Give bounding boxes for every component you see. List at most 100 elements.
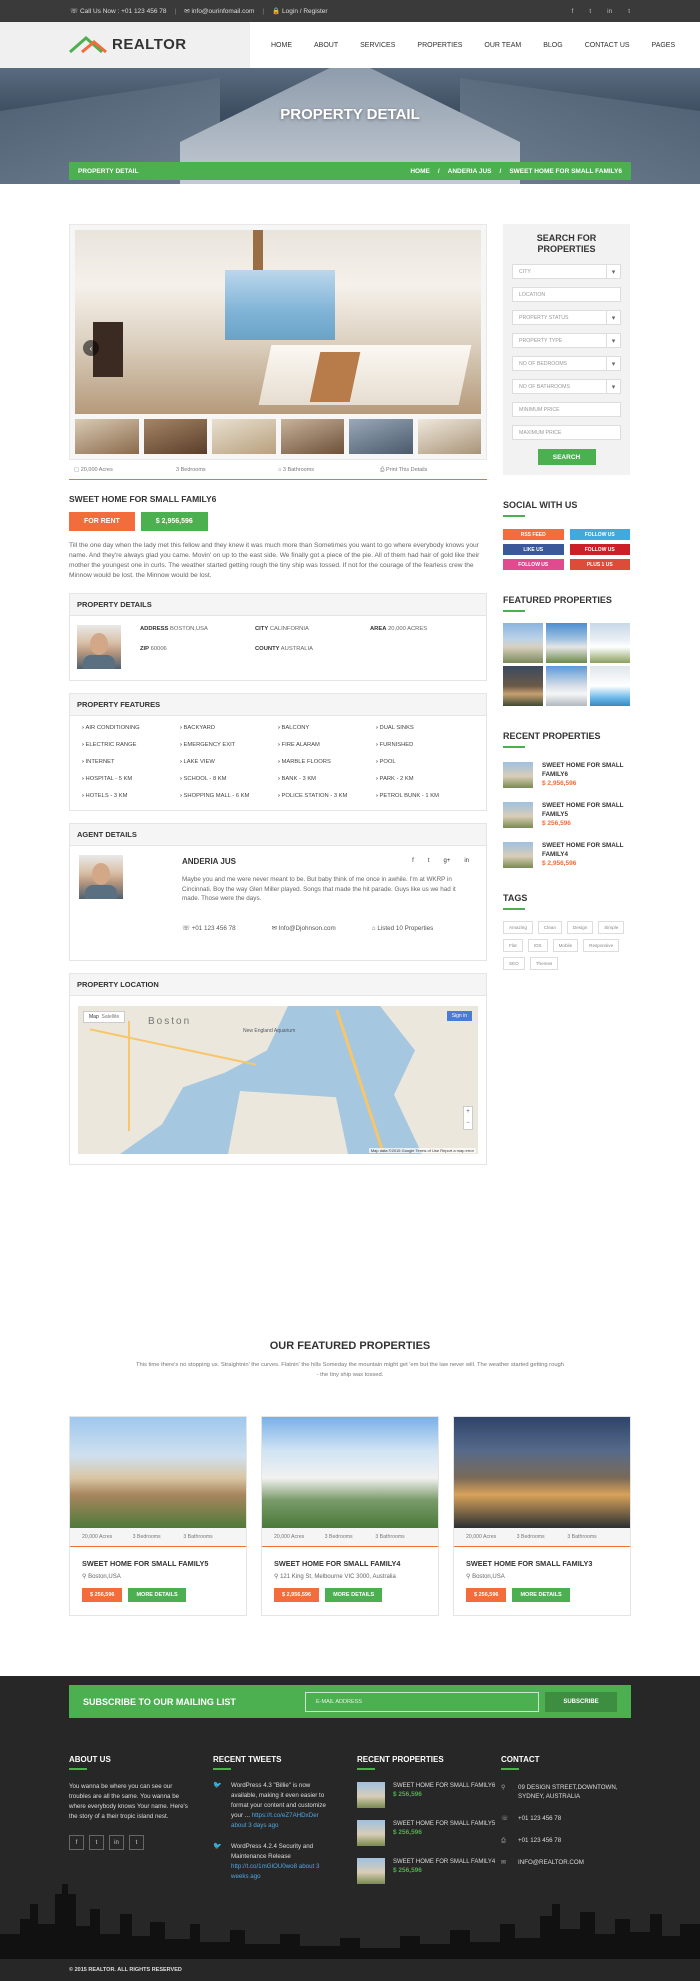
tag[interactable]: Responsive — [583, 939, 620, 952]
breadcrumb-home[interactable]: HOME — [410, 168, 430, 175]
recent-property[interactable]: SWEET HOME FOR SMALL FAMILY4 $ 2,956,596 — [503, 842, 630, 868]
nav-our-team[interactable]: OUR TEAM — [473, 42, 532, 49]
twitter-icon[interactable]: t — [428, 858, 430, 864]
more-details-button[interactable]: MORE DETAILS — [128, 1588, 186, 1602]
facebook-like-button[interactable]: LIKE US — [503, 544, 564, 555]
recent-price: $ 2,956,596 — [542, 860, 577, 867]
footer-about-heading: ABOUT US — [69, 1755, 191, 1770]
nav-home[interactable]: HOME — [260, 42, 303, 49]
thumbnail[interactable] — [212, 419, 276, 454]
card-image[interactable] — [262, 1417, 438, 1528]
city-select[interactable]: CITY — [512, 264, 621, 279]
card-image[interactable] — [70, 1417, 246, 1528]
recent-property[interactable]: SWEET HOME FOR SMALL FAMILY6 $ 2,956,596 — [503, 762, 630, 788]
tag[interactable]: Clean — [537, 921, 562, 934]
print-link[interactable]: ⎙ Print This Details — [380, 467, 482, 474]
tweet-time[interactable]: about 3 days ago — [231, 1822, 278, 1829]
tag[interactable]: SEO — [503, 957, 525, 970]
gallery-prev-arrow-icon[interactable]: ‹ — [83, 340, 99, 356]
nav-contact[interactable]: CONTACT US — [574, 42, 641, 49]
location-input[interactable]: LOCATION — [512, 287, 621, 302]
zoom-controls[interactable]: + − — [463, 1106, 473, 1130]
card-price[interactable]: $ 256,596 — [82, 1588, 123, 1602]
more-details-button[interactable]: MORE DETAILS — [512, 1588, 570, 1602]
search-button[interactable]: SEARCH — [537, 449, 596, 465]
nav-blog[interactable]: BLOG — [532, 42, 573, 49]
agent-email[interactable]: ✉ Info@Djohnson.com — [272, 925, 336, 932]
card-title[interactable]: SWEET HOME FOR SMALL FAMILY3 — [454, 1547, 630, 1568]
pinterest-follow-button[interactable]: FOLLOW US — [569, 544, 630, 555]
linkedin-icon[interactable]: in — [607, 8, 612, 15]
nav-services[interactable]: SERVICES — [349, 42, 406, 49]
min-price-input[interactable]: MINIMUM PRICE — [512, 402, 621, 417]
tag[interactable]: Amazing — [503, 921, 533, 934]
price-badge[interactable]: $ 2,956,596 — [140, 512, 208, 531]
featured-thumb[interactable] — [546, 623, 587, 663]
nav-about[interactable]: ABOUT — [303, 42, 349, 49]
footer-recent-item[interactable]: SWEET HOME FOR SMALL FAMILY6 $ 256,596 — [357, 1782, 495, 1808]
featured-thumb[interactable] — [589, 623, 630, 663]
nav-properties[interactable]: PROPERTIES — [406, 42, 473, 49]
satellite-button[interactable]: Satellite — [102, 1014, 120, 1020]
thumbnail[interactable] — [349, 419, 413, 454]
breadcrumb-agent[interactable]: ANDERIA JUS — [448, 168, 492, 175]
facebook-icon[interactable]: f — [412, 858, 414, 864]
subscribe-button[interactable]: SUBSCRIBE — [545, 1691, 617, 1712]
twitter-icon[interactable]: t — [589, 8, 591, 15]
city-skyline — [0, 1884, 700, 1959]
thumbnail[interactable] — [143, 419, 207, 454]
tag[interactable]: Design — [566, 921, 594, 934]
area-value: 20,000 Acres — [80, 467, 113, 473]
card-title[interactable]: SWEET HOME FOR SMALL FAMILY5 — [70, 1547, 246, 1568]
linkedin-icon[interactable]: in — [109, 1835, 124, 1850]
tumblr-icon[interactable]: t — [628, 8, 630, 15]
dribbble-follow-button[interactable]: FOLLOW US — [503, 559, 564, 570]
map-sign-in[interactable]: Sign in — [446, 1011, 472, 1021]
google-plus-icon[interactable]: g+ — [443, 858, 450, 864]
bathrooms-meta: ⌂ 3 Bathrooms — [278, 467, 315, 473]
featured-thumb[interactable] — [589, 666, 630, 706]
card-image[interactable] — [454, 1417, 630, 1528]
agent-contact: ☏ +01 123 456 78 ✉ Info@Djohnson.com ⌂ L… — [182, 925, 433, 932]
tag[interactable]: Mobile — [552, 939, 579, 952]
facebook-icon[interactable]: f — [69, 1835, 84, 1850]
featured-thumb[interactable] — [503, 623, 544, 663]
subscribe-email-input[interactable]: E-MAIL ADDRESS — [305, 1691, 539, 1712]
login-register-link[interactable]: Login / Register — [282, 8, 328, 15]
map-button[interactable]: Map — [89, 1014, 99, 1020]
tag[interactable]: Simple — [598, 921, 625, 934]
location-map[interactable]: Boston New England Aquarium Map Satellit… — [78, 1006, 478, 1154]
card-price[interactable]: $ 2,956,596 — [274, 1588, 320, 1602]
thumbnail[interactable] — [75, 419, 139, 454]
tag[interactable]: Themes — [529, 957, 559, 970]
card-title[interactable]: SWEET HOME FOR SMALL FAMILY4 — [262, 1547, 438, 1568]
thumbnail[interactable] — [417, 419, 481, 454]
tag[interactable]: Flat — [503, 939, 523, 952]
type-select[interactable]: PROPERTY TYPE — [512, 333, 621, 348]
tumblr-icon[interactable]: t — [129, 1835, 144, 1850]
subscribe-title: SUBSCRIBE TO OUR MAILING LIST — [83, 1696, 236, 1707]
max-price-input[interactable]: MAXIMUM PRICE — [512, 425, 621, 440]
linkedin-icon[interactable]: in — [464, 858, 469, 864]
recent-property[interactable]: SWEET HOME FOR SMALL FAMILY5 $ 256,596 — [503, 802, 630, 828]
tag[interactable]: IOS — [527, 939, 548, 952]
thumbnail[interactable] — [280, 419, 344, 454]
tweet-link[interactable]: https://t.co/eZ7AHDxDer — [252, 1812, 319, 1819]
bathrooms-select[interactable]: NO OF BATHROOMS — [512, 379, 621, 394]
featured-thumb[interactable] — [503, 666, 544, 706]
twitter-icon[interactable]: t — [89, 1835, 104, 1850]
nav-pages[interactable]: PAGES — [641, 42, 687, 49]
rss-button[interactable]: RSS FEED — [503, 529, 564, 540]
bedrooms-select[interactable]: NO OF BEDROOMS — [512, 356, 621, 371]
featured-thumb[interactable] — [546, 666, 587, 706]
site-logo[interactable]: REALTOR — [68, 34, 187, 54]
footer-recent-item[interactable]: SWEET HOME FOR SMALL FAMILY5 $ 256,596 — [357, 1820, 495, 1846]
top-email-link[interactable]: info@ourinfomail.com — [191, 8, 254, 15]
status-badge[interactable]: FOR RENT — [69, 512, 135, 531]
more-details-button[interactable]: MORE DETAILS — [325, 1588, 383, 1602]
card-price[interactable]: $ 256,596 — [466, 1588, 507, 1602]
status-select[interactable]: PROPERTY STATUS — [512, 310, 621, 325]
twitter-follow-button[interactable]: FOLLOW US — [569, 529, 630, 540]
google-plus-button[interactable]: PLUS 1 US — [569, 559, 630, 570]
facebook-icon[interactable]: f — [572, 8, 574, 15]
